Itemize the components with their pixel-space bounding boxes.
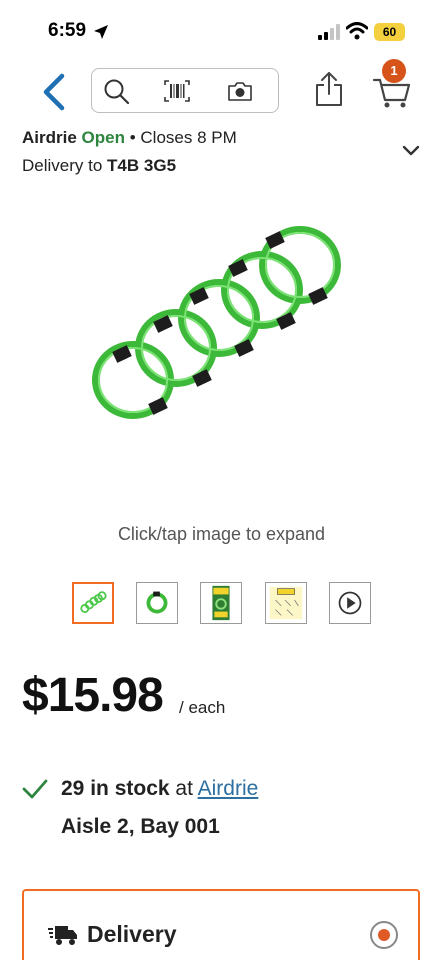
back-chevron-icon[interactable] xyxy=(38,72,68,112)
store-link[interactable]: Airdrie xyxy=(198,777,259,800)
check-icon xyxy=(22,779,48,799)
delivery-title: Delivery xyxy=(87,921,177,947)
delivery-location-line[interactable]: Delivery to T4B 3G5 xyxy=(22,156,176,176)
barcode-scan-icon[interactable] xyxy=(162,77,192,105)
location-arrow-icon xyxy=(94,25,108,39)
store-separator: • xyxy=(129,128,136,147)
search-bar[interactable] xyxy=(91,68,279,113)
postal-code: T4B 3G5 xyxy=(107,156,177,175)
camera-icon[interactable] xyxy=(225,77,255,105)
chevron-down-icon[interactable] xyxy=(401,143,421,159)
store-open-status: Open xyxy=(81,128,125,147)
search-icon[interactable] xyxy=(102,77,132,105)
stock-count: 29 in stock xyxy=(61,777,170,800)
cellular-signal-icon xyxy=(318,24,340,40)
battery-indicator: 60 xyxy=(374,23,405,41)
product-price: $15.98 xyxy=(22,669,164,722)
thumbnail-package-back[interactable] xyxy=(265,582,307,624)
store-closing-time: Closes 8 PM xyxy=(140,128,237,147)
status-time: 6:59 xyxy=(48,20,87,41)
product-image[interactable] xyxy=(90,220,350,435)
thumbnail-coils[interactable] xyxy=(72,582,114,624)
price-unit: / each xyxy=(179,698,226,717)
radio-selected-dot xyxy=(378,929,390,941)
delivery-option-card[interactable]: Delivery xyxy=(22,889,420,960)
thumbnail-package-front[interactable] xyxy=(200,582,242,624)
cart-count-badge[interactable]: 1 xyxy=(382,59,406,83)
thumbnail-single-coil[interactable] xyxy=(136,582,178,624)
store-name: Airdrie xyxy=(22,128,77,147)
aisle-location: Aisle 2, Bay 001 xyxy=(61,815,220,838)
stock-availability: 29 in stock at Airdrie xyxy=(61,777,258,801)
image-expand-hint: Click/tap image to expand xyxy=(117,524,326,544)
thumbnail-video[interactable] xyxy=(329,582,371,624)
delivery-radio[interactable] xyxy=(370,921,398,949)
truck-icon xyxy=(48,926,77,945)
stock-at: at xyxy=(175,777,193,800)
store-status-line[interactable]: Airdrie Open • Closes 8 PM xyxy=(22,128,237,148)
share-icon[interactable] xyxy=(313,70,345,108)
status-bar: 6:59 60 xyxy=(0,0,443,64)
wifi-icon xyxy=(346,22,368,40)
delivery-prefix: Delivery to xyxy=(22,156,103,175)
